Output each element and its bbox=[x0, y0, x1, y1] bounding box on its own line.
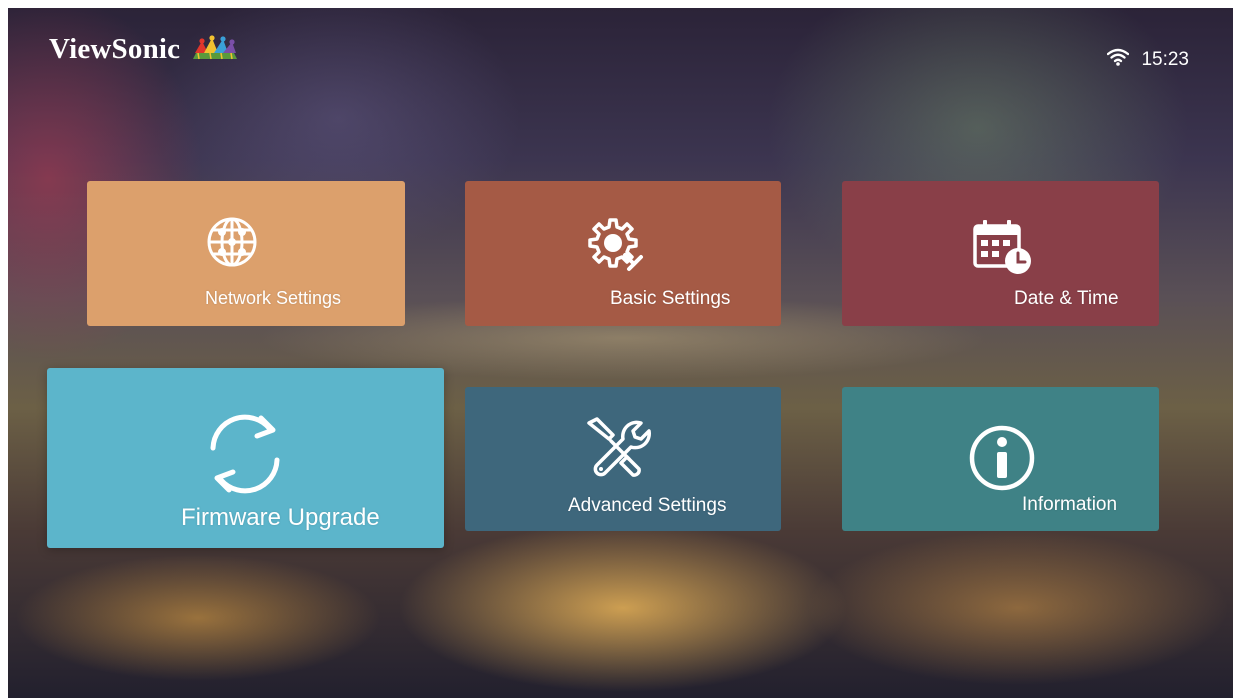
refresh-icon bbox=[199, 408, 291, 505]
tile-firmware-upgrade[interactable]: Firmware Upgrade bbox=[47, 368, 444, 548]
tile-date-time[interactable]: Date & Time bbox=[842, 181, 1159, 326]
tile-label: Network Settings bbox=[205, 288, 342, 308]
viewsonic-birds-logo-icon bbox=[190, 33, 240, 66]
tile-label: Information bbox=[1022, 494, 1118, 515]
tile-label: Basic Settings bbox=[610, 288, 731, 309]
tile-advanced-settings[interactable]: Advanced Settings bbox=[465, 387, 781, 531]
status-area: 15:23 bbox=[1107, 48, 1189, 71]
wifi-icon bbox=[1107, 48, 1130, 71]
wrench-screwdriver-icon bbox=[583, 417, 655, 488]
home-screen: ViewSonic 15:23 Network Settings Basic S… bbox=[8, 8, 1233, 698]
info-icon bbox=[968, 424, 1036, 497]
tile-label: Advanced Settings bbox=[568, 495, 727, 516]
tile-information[interactable]: Information bbox=[842, 387, 1159, 531]
calendar-clock-icon bbox=[972, 217, 1034, 282]
globe-icon bbox=[206, 216, 258, 273]
tile-basic-settings[interactable]: Basic Settings bbox=[465, 181, 781, 326]
viewsonic-logo: ViewSonic bbox=[49, 33, 240, 66]
gear-icon bbox=[585, 217, 645, 280]
tile-label: Firmware Upgrade bbox=[181, 504, 380, 531]
tile-network-settings[interactable]: Network Settings bbox=[87, 181, 405, 326]
logo-text: ViewSonic bbox=[49, 33, 181, 65]
tile-label: Date & Time bbox=[1014, 288, 1119, 309]
clock: 15:23 bbox=[1141, 48, 1189, 70]
